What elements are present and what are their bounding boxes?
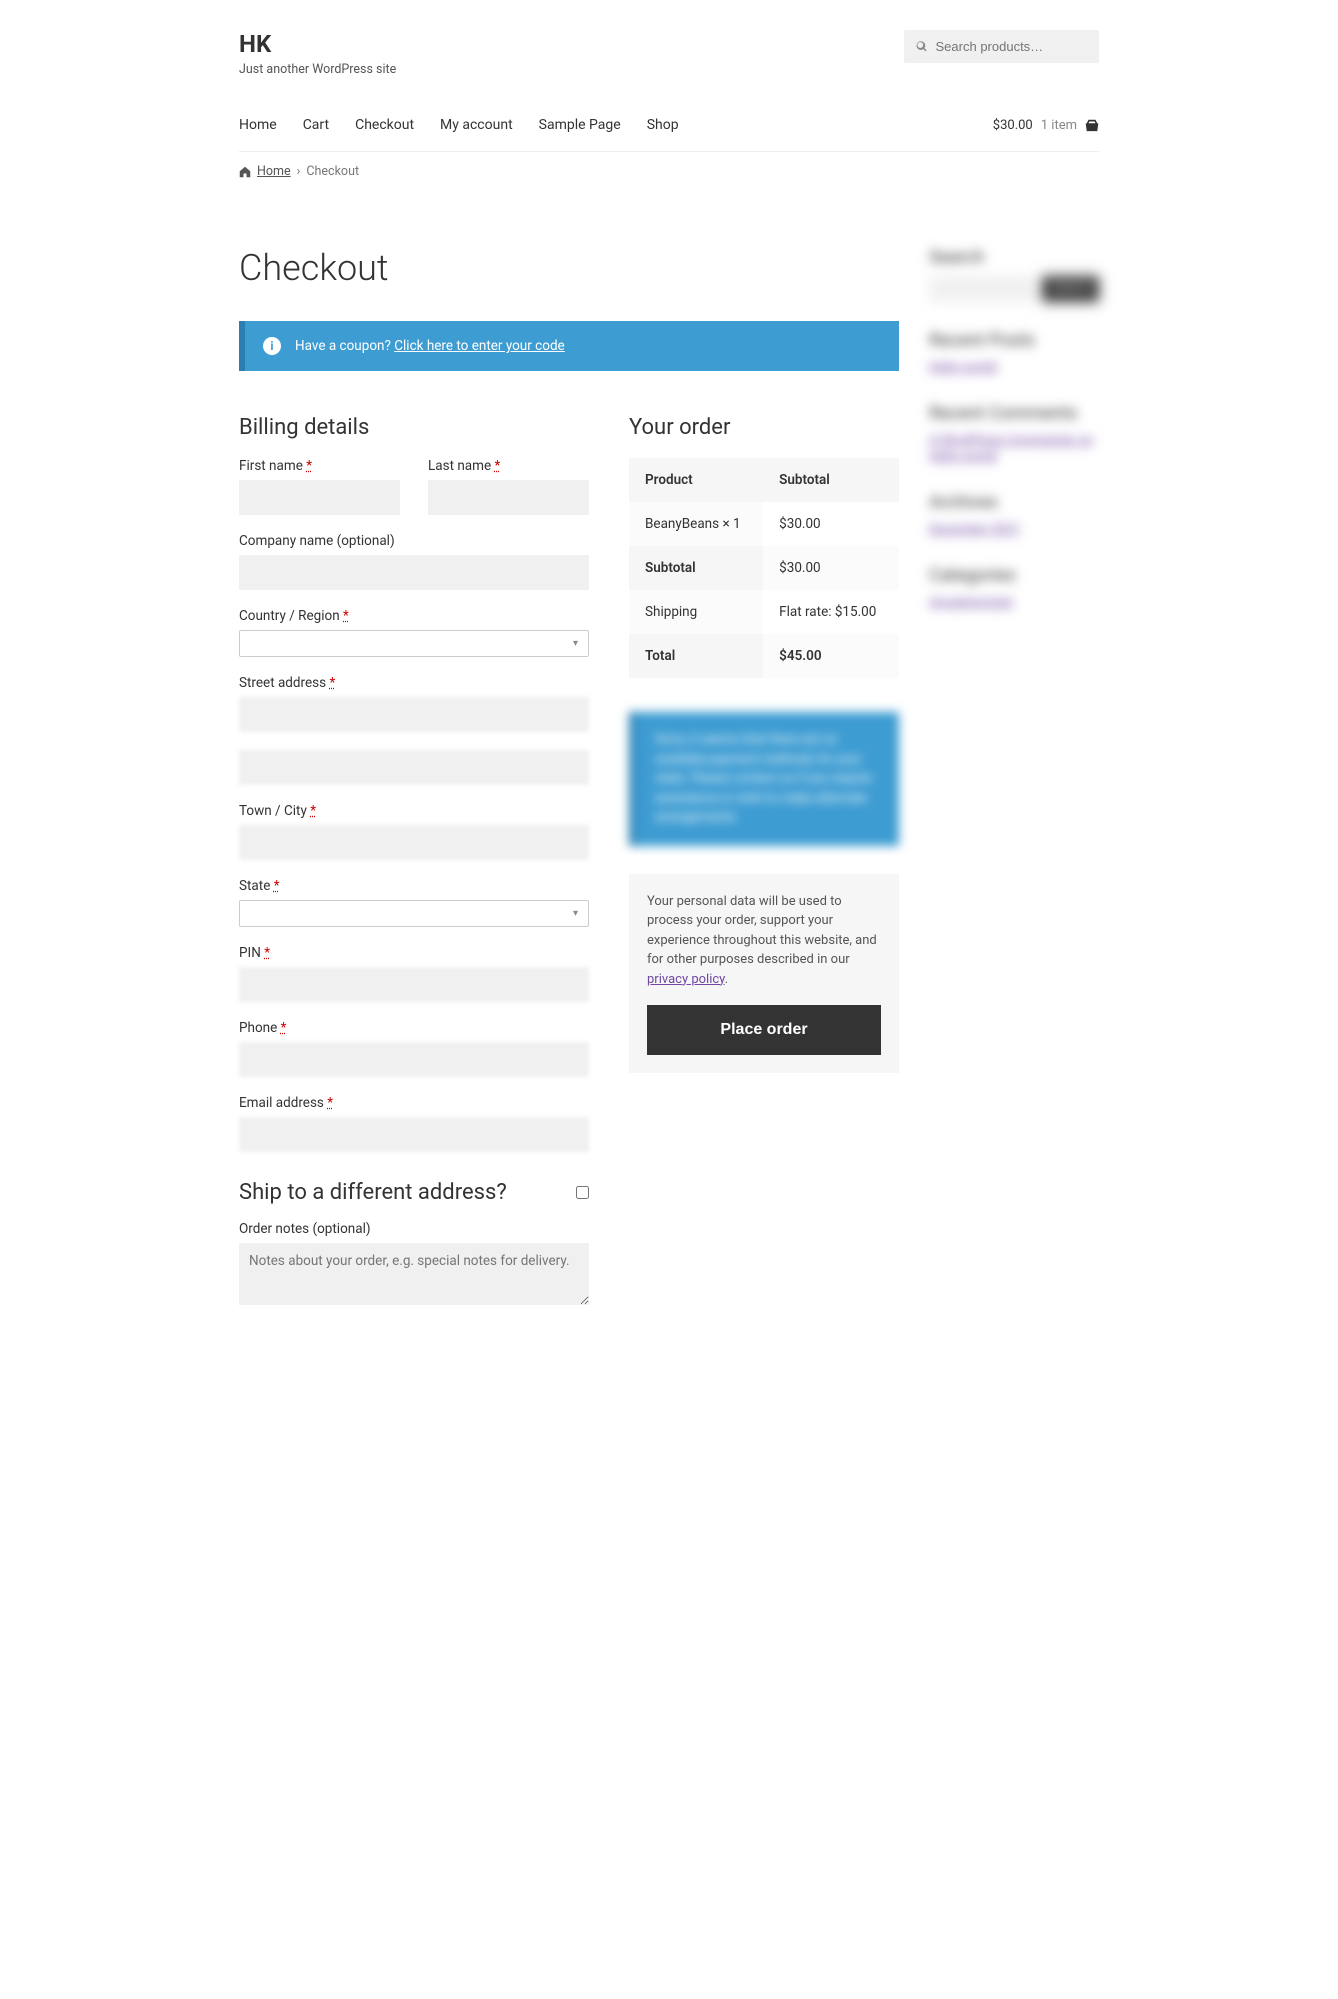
sub-val: $30.00: [763, 546, 899, 590]
city-input[interactable]: [239, 825, 589, 860]
sidebar-recent-posts: Recent Posts: [929, 330, 1099, 351]
city-label: Town / City *: [239, 803, 589, 819]
cart-summary[interactable]: $30.00 1 item: [993, 118, 1099, 133]
street2-input[interactable]: [239, 750, 589, 785]
nav-sample[interactable]: Sample Page: [539, 117, 621, 133]
breadcrumb: Home › Checkout: [239, 152, 1099, 191]
sidebar-recent-comments: Recent Comments: [929, 403, 1099, 424]
payment-notice: Sorry, it seems that there are no availa…: [629, 712, 899, 846]
sidebar-archives: Archives: [929, 492, 1099, 513]
breadcrumb-current: Checkout: [306, 164, 359, 179]
total-label: Total: [629, 634, 763, 678]
company-label: Company name (optional): [239, 533, 589, 549]
sidebar-category-link[interactable]: Uncategorized: [929, 595, 1012, 610]
sidebar-categories: Categories: [929, 565, 1099, 586]
total-val: $45.00: [763, 634, 899, 678]
nav-account[interactable]: My account: [440, 117, 513, 133]
nav-shop[interactable]: Shop: [647, 117, 679, 133]
sidebar-search-title: Search: [929, 247, 1099, 268]
info-icon: i: [263, 337, 281, 355]
first-name-input[interactable]: [239, 480, 400, 515]
phone-label: Phone *: [239, 1020, 589, 1036]
site-title[interactable]: HK: [239, 30, 396, 58]
product-search[interactable]: [904, 30, 1099, 63]
cart-amount: $30.00: [993, 118, 1033, 133]
ship-val: Flat rate: $15.00: [763, 590, 899, 634]
th-product: Product: [629, 458, 763, 502]
ship-toggle[interactable]: [576, 1186, 589, 1199]
basket-icon: [1085, 118, 1099, 132]
email-input[interactable]: [239, 1117, 589, 1152]
th-subtotal: Subtotal: [763, 458, 899, 502]
place-order-button[interactable]: Place order: [647, 1005, 881, 1055]
last-name-input[interactable]: [428, 480, 589, 515]
notes-label: Order notes (optional): [239, 1221, 589, 1237]
order-table: Product Subtotal BeanyBeans × 1$30.00 Su…: [629, 458, 899, 678]
nav-cart[interactable]: Cart: [303, 117, 329, 133]
pin-input[interactable]: [239, 967, 589, 1002]
first-name-label: First name *: [239, 458, 400, 474]
item-name: BeanyBeans × 1: [629, 502, 763, 546]
last-name-label: Last name *: [428, 458, 589, 474]
search-input[interactable]: [936, 39, 1087, 54]
ship-title: Ship to a different address?: [239, 1180, 507, 1205]
nav-home[interactable]: Home: [239, 117, 277, 133]
nav-checkout[interactable]: Checkout: [355, 117, 414, 133]
billing-title: Billing details: [239, 415, 589, 440]
item-price: $30.00: [763, 502, 899, 546]
coupon-notice: i Have a coupon? Click here to enter you…: [239, 321, 899, 371]
main-nav: Home Cart Checkout My account Sample Pag…: [239, 97, 1099, 152]
ship-label: Shipping: [629, 590, 763, 634]
country-select[interactable]: ▾: [239, 630, 589, 657]
state-label: State *: [239, 878, 589, 894]
privacy-link[interactable]: privacy policy: [647, 972, 725, 987]
phone-input[interactable]: [239, 1042, 589, 1077]
cart-count: 1 item: [1041, 118, 1077, 133]
breadcrumb-home[interactable]: Home: [257, 164, 291, 179]
company-input[interactable]: [239, 555, 589, 590]
site-tagline: Just another WordPress site: [239, 62, 396, 77]
home-icon: [239, 166, 251, 178]
privacy-text: Your personal data will be used to proce…: [647, 892, 881, 990]
page-title: Checkout: [239, 247, 899, 289]
street-label: Street address *: [239, 675, 589, 691]
notes-input[interactable]: [239, 1243, 589, 1305]
sub-label: Subtotal: [629, 546, 763, 590]
state-select[interactable]: ▾: [239, 900, 589, 927]
sidebar-comment-link[interactable]: A WordPress Commenter on Hello world!: [929, 433, 1093, 464]
street1-input[interactable]: [239, 697, 589, 732]
sidebar-search-button[interactable]: Search: [1042, 276, 1099, 302]
order-title: Your order: [629, 415, 899, 440]
email-label: Email address *: [239, 1095, 589, 1111]
sidebar-search-input[interactable]: [929, 276, 1036, 302]
sidebar-post-link[interactable]: Hello world!: [929, 360, 998, 375]
pin-label: PIN *: [239, 945, 589, 961]
sidebar-archive-link[interactable]: December 2021: [929, 522, 1021, 537]
search-icon: [916, 40, 928, 53]
country-label: Country / Region *: [239, 608, 589, 624]
coupon-link[interactable]: Click here to enter your code: [394, 338, 565, 354]
